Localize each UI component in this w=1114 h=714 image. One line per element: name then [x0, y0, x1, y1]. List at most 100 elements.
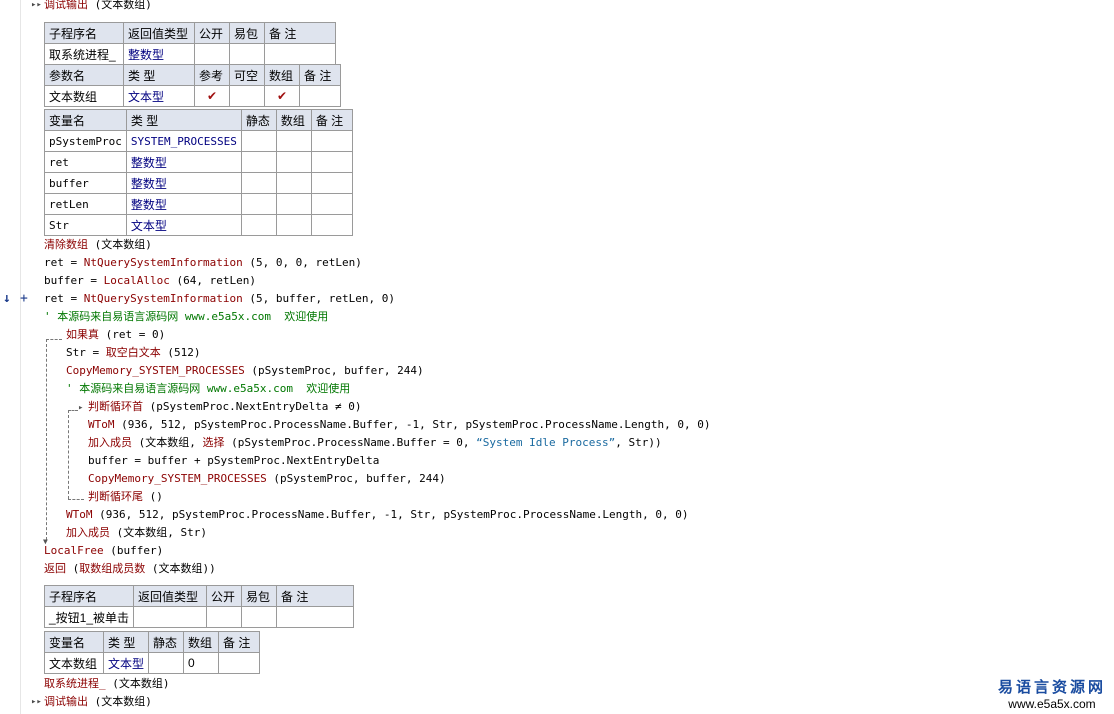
code-line[interactable]: buffer = buffer + pSystemProc.NextEntryD…	[88, 452, 379, 470]
code-token: (pSystemProc, buffer, 244)	[244, 364, 424, 377]
code-line[interactable]: WToM (936, 512, pSystemProc.ProcessName.…	[88, 416, 711, 434]
code-line[interactable]: ret = NtQuerySystemInformation (5, 0, 0,…	[44, 254, 362, 272]
var-name-cell[interactable]: pSystemProc	[44, 130, 127, 152]
var-static-cell[interactable]	[240, 172, 277, 194]
code-token: 清除数组	[44, 238, 88, 251]
code-token: (5, 0, 0, retLen)	[242, 256, 362, 269]
code-token: (5, buffer, retLen, 0)	[242, 292, 396, 305]
code-line[interactable]: ret = NtQuerySystemInformation (5, buffe…	[44, 290, 395, 308]
param-header-reference: 参考	[194, 64, 230, 86]
param-optional-cell[interactable]	[229, 85, 265, 107]
code-token: (pSystemProc.ProcessName.Buffer = 0,	[224, 436, 477, 449]
code-token: 取数组成员数	[79, 562, 146, 575]
param-reference-checkmark-icon[interactable]: ✔	[194, 85, 230, 107]
sub2-public-cell[interactable]	[206, 606, 243, 628]
param-header-type: 类 型	[123, 64, 195, 86]
code-token: 加入成员	[88, 436, 132, 449]
sub-public-cell[interactable]	[194, 43, 230, 65]
expand-arrow-icon[interactable]: ▸▸	[31, 697, 42, 707]
var-static-cell[interactable]	[240, 130, 277, 152]
var-static-cell[interactable]	[240, 151, 277, 173]
var-array-cell[interactable]	[275, 151, 312, 173]
subroutine-table-2: 子程序名 返回值类型 公开 易包 备 注 _按钮1_被单击	[43, 585, 355, 628]
code-line[interactable]: 调试输出 (文本数组)	[44, 693, 152, 711]
code-line[interactable]: Str = 取空白文本 (512)	[66, 344, 201, 362]
var-note-cell[interactable]	[310, 214, 353, 236]
code-line[interactable]: 清除数组 (文本数组)	[44, 236, 152, 254]
code-token: Str =	[66, 346, 106, 359]
code-token: CopyMemory_SYSTEM_PROCESSES	[66, 364, 245, 377]
var2-name-cell[interactable]: 文本数组	[44, 652, 104, 674]
param-note-cell[interactable]	[299, 85, 341, 107]
sub-easy-pack-cell[interactable]	[229, 43, 265, 65]
sub2-note-cell[interactable]	[276, 606, 355, 628]
var-note-cell[interactable]	[310, 172, 353, 194]
code-line[interactable]: ' 本源码来自易语言源码网 www.e5a5x.com 欢迎使用	[66, 380, 350, 398]
code-line-debug-output-top[interactable]: 调试输出 (文本数组)	[44, 0, 152, 14]
expand-arrow-icon[interactable]: ▸▸	[31, 0, 42, 10]
code-line[interactable]: WToM (936, 512, pSystemProc.ProcessName.…	[66, 506, 689, 524]
code-line[interactable]: LocalFree (buffer)	[44, 542, 163, 560]
code-token: NtQuerySystemInformation	[83, 256, 243, 269]
param-array-checkmark-icon[interactable]: ✔	[264, 85, 300, 107]
sub2-header-return-type: 返回值类型	[133, 585, 208, 607]
var-type-cell[interactable]: 整数型	[125, 151, 242, 173]
var-static-cell[interactable]	[240, 214, 277, 236]
var-note-cell[interactable]	[310, 193, 353, 215]
loop-guide-line	[68, 410, 69, 499]
loop-guide-bottom	[68, 499, 84, 500]
var-note-cell[interactable]	[310, 130, 353, 152]
code-token: NtQuerySystemInformation	[83, 292, 243, 305]
var-array-cell[interactable]	[275, 130, 312, 152]
var-array-cell[interactable]	[275, 193, 312, 215]
param-name-cell[interactable]: 文本数组	[44, 85, 124, 107]
var2-array-cell[interactable]: 0	[183, 652, 220, 674]
var2-type-cell[interactable]: 文本型	[102, 652, 150, 674]
sub2-easy-pack-cell[interactable]	[241, 606, 278, 628]
var-name-cell[interactable]: retLen	[44, 193, 127, 215]
code-line[interactable]: 加入成员 (文本数组, 选择 (pSystemProc.ProcessName.…	[88, 434, 662, 452]
code-token: LocalAlloc	[103, 274, 170, 287]
sub-name-cell[interactable]: 取系统进程_	[44, 43, 124, 65]
var-type-cell[interactable]: 整数型	[125, 172, 242, 194]
table-row: pSystemProc SYSTEM_PROCESSES	[44, 130, 353, 152]
code-line[interactable]: CopyMemory_SYSTEM_PROCESSES (pSystemProc…	[88, 470, 446, 488]
var2-static-cell[interactable]	[148, 652, 185, 674]
code-line[interactable]: 取系统进程_ (文本数组)	[44, 675, 170, 693]
var-array-cell[interactable]	[275, 214, 312, 236]
param-header-name: 参数名	[44, 64, 124, 86]
var-name-cell[interactable]: Str	[44, 214, 127, 236]
sub-note-cell[interactable]	[264, 43, 336, 65]
var-note-cell[interactable]	[310, 151, 353, 173]
code-line[interactable]: buffer = LocalAlloc (64, retLen)	[44, 272, 256, 290]
code-line[interactable]: 判断循环首 (pSystemProc.NextEntryDelta ≠ 0)	[88, 398, 362, 416]
param-type-cell[interactable]: 文本型	[123, 85, 195, 107]
var-type-cell[interactable]: 文本型	[125, 214, 242, 236]
sub2-return-type-cell[interactable]	[133, 606, 208, 628]
var-type-cell[interactable]: 整数型	[125, 193, 242, 215]
code-token: “System Idle Process”	[476, 436, 616, 449]
table-row: retLen 整数型	[44, 193, 353, 215]
down-arrow-icon[interactable]: ↓	[3, 291, 11, 306]
code-line[interactable]: 返回 (取数组成员数 (文本数组))	[44, 560, 216, 578]
var-static-cell[interactable]	[240, 193, 277, 215]
plus-icon[interactable]: +	[20, 291, 28, 306]
var-array-cell[interactable]	[275, 172, 312, 194]
code-line[interactable]: 如果真 (ret = 0)	[66, 326, 165, 344]
var-name-cell[interactable]: buffer	[44, 172, 127, 194]
code-line[interactable]: CopyMemory_SYSTEM_PROCESSES (pSystemProc…	[66, 362, 424, 380]
code-line[interactable]: 判断循环尾 ()	[88, 488, 163, 506]
sub-return-type-cell[interactable]: 整数型	[123, 43, 195, 65]
code-token: ' 本源码来自易语言源码网 www.e5a5x.com 欢迎使用	[66, 382, 351, 395]
code-token: 判断循环尾	[88, 490, 143, 503]
var2-note-cell[interactable]	[218, 652, 261, 674]
var-type-cell[interactable]: SYSTEM_PROCESSES	[125, 130, 242, 152]
code-token: ret =	[44, 256, 84, 269]
code-line[interactable]: ' 本源码来自易语言源码网 www.e5a5x.com 欢迎使用	[44, 308, 328, 326]
code-token: 判断循环首	[88, 400, 143, 413]
if-block-guide-line	[46, 339, 47, 540]
var-name-cell[interactable]: ret	[44, 151, 127, 173]
code-line[interactable]: 加入成员 (文本数组, Str)	[66, 524, 207, 542]
var2-header-static: 静态	[148, 631, 185, 653]
sub2-name-cell[interactable]: _按钮1_被单击	[43, 606, 135, 628]
